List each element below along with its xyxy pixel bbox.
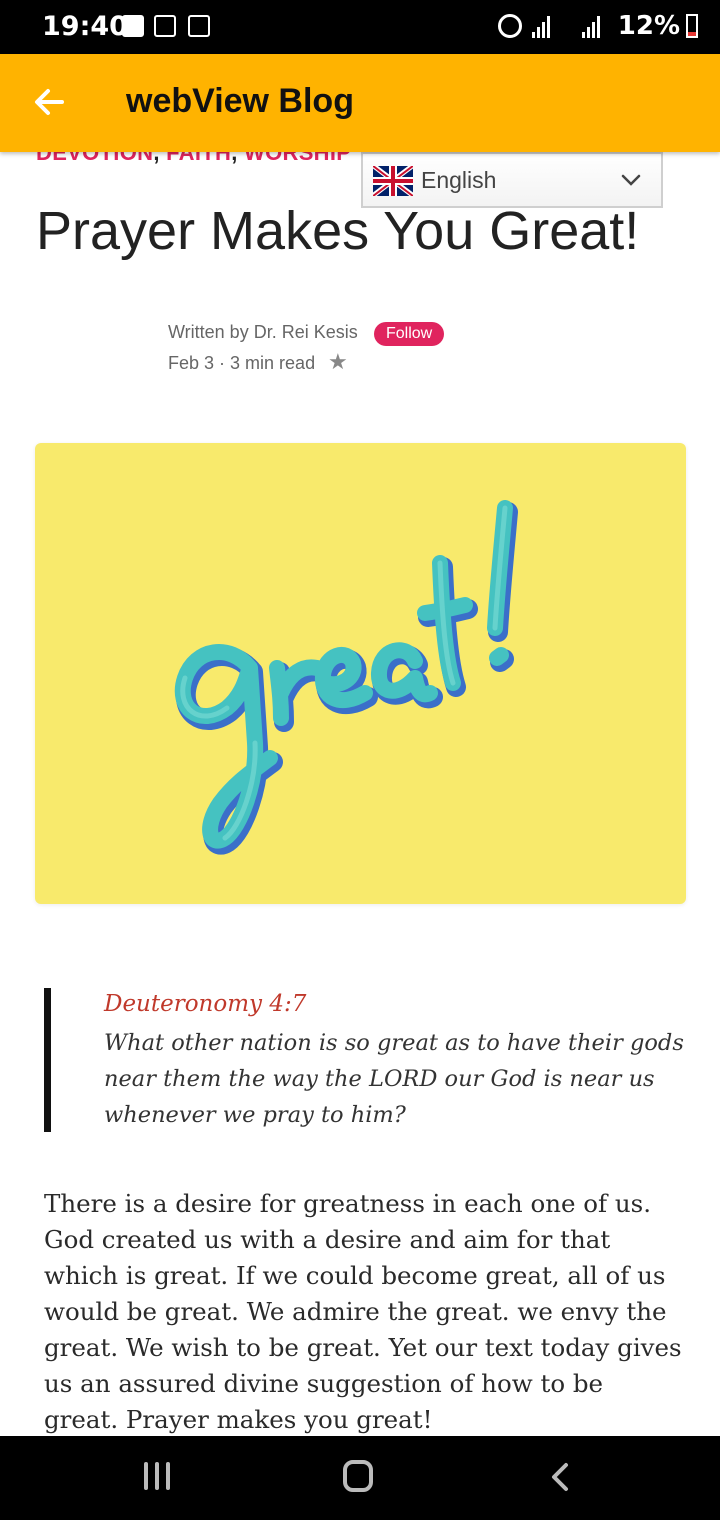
wifi-icon xyxy=(188,15,210,37)
body-paragraph: There is a desire for greatness in each … xyxy=(44,1189,682,1434)
uk-flag-icon xyxy=(373,166,413,196)
arrow-left-icon[interactable] xyxy=(32,82,68,122)
signal-icon xyxy=(580,16,602,38)
star-icon[interactable]: ★ xyxy=(328,351,348,373)
follow-button[interactable]: Follow xyxy=(374,322,445,346)
status-time: 19:40 xyxy=(42,11,128,42)
language-select[interactable]: English xyxy=(361,152,663,208)
great-lettering-image xyxy=(174,500,518,855)
scripture-quote: What other nation is so great as to have… xyxy=(104,1030,684,1128)
post-meta: Feb 3 · 3 min read xyxy=(168,353,316,373)
hero-image xyxy=(35,443,686,904)
image-icon xyxy=(154,15,176,37)
app-bar: webView Blog xyxy=(0,54,720,152)
status-bar: 19:40 12% xyxy=(0,0,720,54)
checkbox-icon xyxy=(122,15,144,37)
back-icon[interactable] xyxy=(548,1462,572,1492)
recents-icon[interactable] xyxy=(144,1462,174,1490)
post-date: Feb 3 xyxy=(168,353,215,373)
battery-percent: 12% xyxy=(617,11,680,41)
home-icon[interactable] xyxy=(343,1460,373,1492)
app-title: webView Blog xyxy=(126,82,354,120)
system-nav-bar xyxy=(0,1436,720,1520)
alarm-icon xyxy=(498,14,522,38)
author-line: Written by Dr. Rei Kesis xyxy=(168,322,358,342)
page-title: Prayer Makes You Great! xyxy=(36,201,640,261)
blockquote-bar xyxy=(44,988,51,1132)
scripture-reference: Deuteronomy 4:7 xyxy=(104,991,307,1017)
chevron-down-icon xyxy=(621,174,641,186)
signal-icon xyxy=(530,16,552,38)
battery-low-icon xyxy=(686,14,698,38)
language-label: English xyxy=(421,167,497,193)
read-time: 3 min read xyxy=(230,353,316,373)
